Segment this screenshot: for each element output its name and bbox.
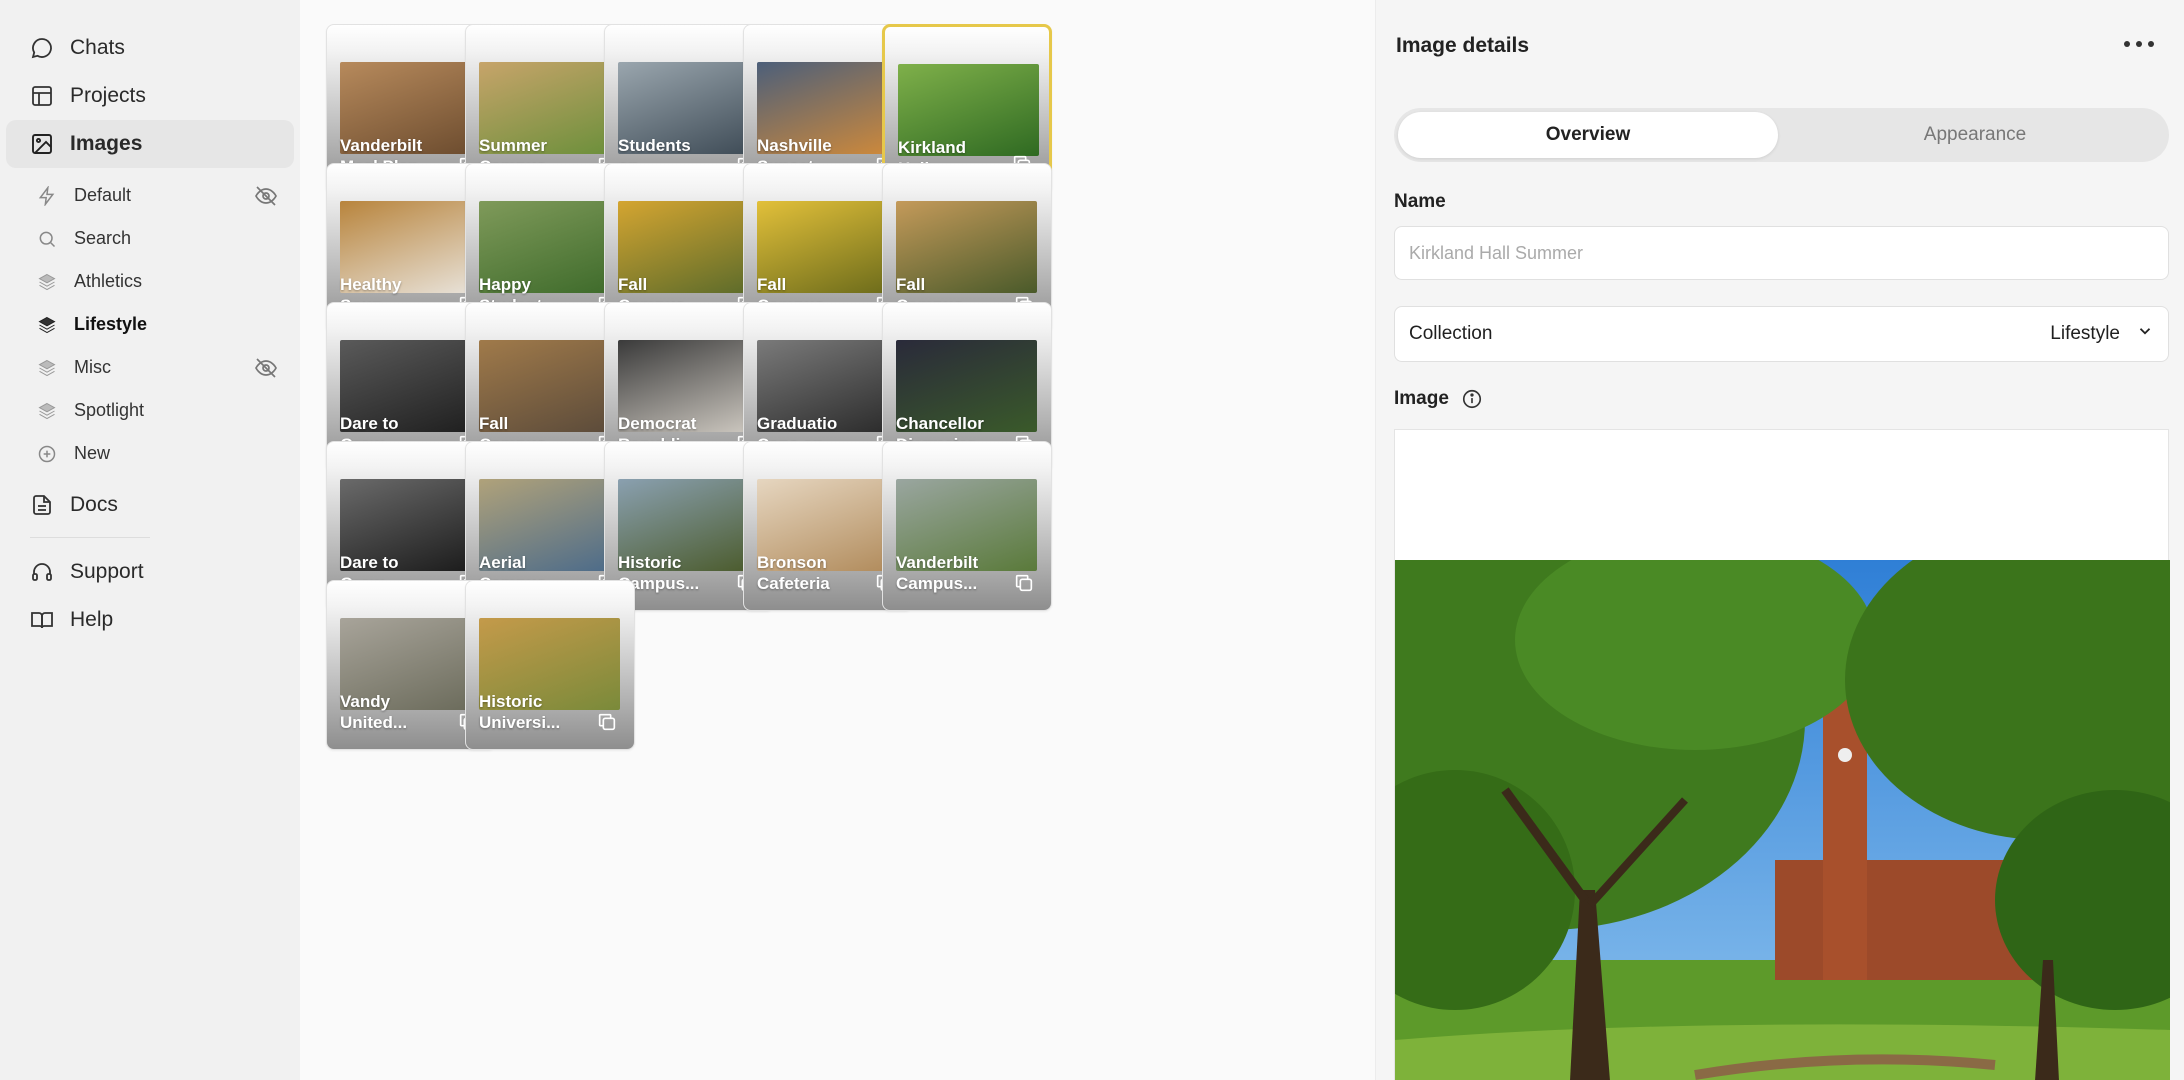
sidebar-divider bbox=[30, 537, 150, 538]
collection-default-label: Default bbox=[74, 185, 132, 205]
tile-title-line2: Universi... bbox=[479, 713, 561, 732]
collection-lifestyle[interactable]: Lifestyle bbox=[0, 303, 300, 346]
stack-icon bbox=[36, 271, 58, 293]
image-tile-label: Bronson Cafeteria bbox=[757, 552, 877, 594]
collection-default[interactable]: Default bbox=[0, 174, 300, 217]
image-label-row: Image bbox=[1394, 388, 1483, 410]
image-tile-label: Historic Campus... bbox=[618, 552, 738, 594]
tile-title-line1: Happy bbox=[479, 275, 531, 294]
info-icon[interactable] bbox=[1461, 388, 1483, 410]
tile-title-line1: Democrat bbox=[618, 414, 697, 433]
sidebar: Chats Projects Images Default Search Ath… bbox=[0, 0, 300, 1080]
copy-icon[interactable] bbox=[596, 711, 618, 733]
collection-spotlight-label: Spotlight bbox=[74, 400, 145, 420]
tile-title-line1: Fall bbox=[618, 275, 648, 294]
image-tile-label: Vanderbilt Campus... bbox=[896, 552, 1016, 594]
nav-images-label: Images bbox=[70, 132, 143, 155]
chevron-down-icon bbox=[2136, 322, 2154, 346]
image-tile[interactable]: Historic Universi... bbox=[465, 580, 635, 750]
nav-chats-label: Chats bbox=[70, 36, 125, 59]
tile-title-line1: Vanderbilt bbox=[896, 553, 979, 572]
collection-label: Collection bbox=[1409, 323, 1493, 344]
collection-search[interactable]: Search bbox=[0, 217, 300, 260]
eye-off-icon[interactable] bbox=[254, 184, 278, 208]
tile-title-line1: Vanderbilt bbox=[340, 136, 423, 155]
collection-spotlight[interactable]: Spotlight bbox=[0, 389, 300, 432]
nav-support-label: Support bbox=[70, 560, 144, 583]
collection-value: Lifestyle bbox=[2050, 323, 2120, 344]
collection-lifestyle-label: Lifestyle bbox=[74, 314, 148, 334]
tile-title-line1: Students bbox=[618, 136, 691, 155]
nav-images[interactable]: Images bbox=[6, 120, 294, 168]
nav-docs[interactable]: Docs bbox=[6, 481, 294, 529]
bolt-icon bbox=[36, 185, 58, 207]
tile-title-line1: Nashville bbox=[757, 136, 832, 155]
image-preview-box[interactable] bbox=[1394, 429, 2170, 1080]
image-tile-label: Vandy United... bbox=[340, 691, 460, 733]
tile-title-line2: Cafeteria bbox=[757, 574, 830, 593]
copy-icon[interactable] bbox=[1013, 572, 1035, 594]
tile-title-line1: Fall bbox=[757, 275, 787, 294]
chat-bubble-icon bbox=[28, 34, 56, 62]
tile-title-line1: Kirkland bbox=[898, 138, 967, 157]
name-input[interactable] bbox=[1394, 226, 2169, 280]
image-label: Image bbox=[1394, 388, 1449, 409]
nav-projects[interactable]: Projects bbox=[6, 72, 294, 120]
nav-help[interactable]: Help bbox=[6, 596, 294, 644]
image-grid: VanderbiltMeal PlanSummerCampus...Studen… bbox=[300, 0, 1375, 1080]
tile-title-line1: Dare to bbox=[340, 553, 399, 572]
book-icon bbox=[28, 606, 56, 634]
tab-overview[interactable]: Overview bbox=[1398, 112, 1778, 158]
nav-docs-label: Docs bbox=[70, 493, 118, 516]
image-tile[interactable]: Vanderbilt Campus... bbox=[882, 441, 1052, 611]
collection-misc-label: Misc bbox=[74, 357, 111, 377]
image-preview bbox=[1395, 560, 2170, 1080]
document-icon bbox=[28, 491, 56, 519]
collection-athletics-label: Athletics bbox=[74, 271, 143, 291]
tile-title-line1: Vandy bbox=[340, 692, 391, 711]
stack-icon bbox=[36, 400, 58, 422]
eye-off-icon[interactable] bbox=[254, 356, 278, 380]
collection-search-label: Search bbox=[74, 228, 132, 248]
headset-icon bbox=[28, 558, 56, 586]
tile-title-line2: Campus... bbox=[618, 574, 700, 593]
tile-title-line1: Dare to bbox=[340, 414, 399, 433]
tile-title-line1: Graduatio bbox=[757, 414, 838, 433]
plus-circle-icon bbox=[36, 443, 58, 465]
nav-projects-label: Projects bbox=[70, 84, 146, 107]
nav-support[interactable]: Support bbox=[6, 548, 294, 596]
tab-appearance[interactable]: Appearance bbox=[1786, 112, 2164, 158]
stack-icon bbox=[36, 314, 58, 336]
image-details-panel: Image details Overview Appearance Name C… bbox=[1375, 0, 2184, 1080]
collection-select[interactable]: Collection Lifestyle bbox=[1394, 306, 2169, 362]
tile-title-line1: Fall bbox=[896, 275, 926, 294]
tile-title-line2: Campus... bbox=[896, 574, 978, 593]
details-title: Image details bbox=[1396, 34, 1530, 57]
stack-icon bbox=[36, 357, 58, 379]
tile-title-line1: Fall bbox=[479, 414, 509, 433]
more-options-icon[interactable] bbox=[2124, 34, 2154, 54]
collection-new[interactable]: New bbox=[0, 432, 300, 475]
tile-title-line1: Bronson bbox=[757, 553, 827, 572]
tile-title-line1: Aerial bbox=[479, 553, 527, 572]
search-icon bbox=[36, 228, 58, 250]
collection-athletics[interactable]: Athletics bbox=[0, 260, 300, 303]
tile-title-line1: Chancellor bbox=[896, 414, 984, 433]
tile-title-line1: Historic bbox=[479, 692, 543, 711]
collection-misc[interactable]: Misc bbox=[0, 346, 300, 389]
tile-title-line1: Summer bbox=[479, 136, 548, 155]
tile-title-line1: Healthy bbox=[340, 275, 402, 294]
details-tabs: Overview Appearance bbox=[1394, 108, 2169, 162]
name-label: Name bbox=[1394, 191, 1446, 212]
nav-chats[interactable]: Chats bbox=[6, 24, 294, 72]
image-icon bbox=[28, 130, 56, 158]
tile-title-line1: Historic bbox=[618, 553, 682, 572]
collection-new-label: New bbox=[74, 443, 111, 463]
image-tile-label: Historic Universi... bbox=[479, 691, 599, 733]
nav-help-label: Help bbox=[70, 608, 114, 631]
layout-panel-icon bbox=[28, 82, 56, 110]
tile-title-line2: United... bbox=[340, 713, 408, 732]
